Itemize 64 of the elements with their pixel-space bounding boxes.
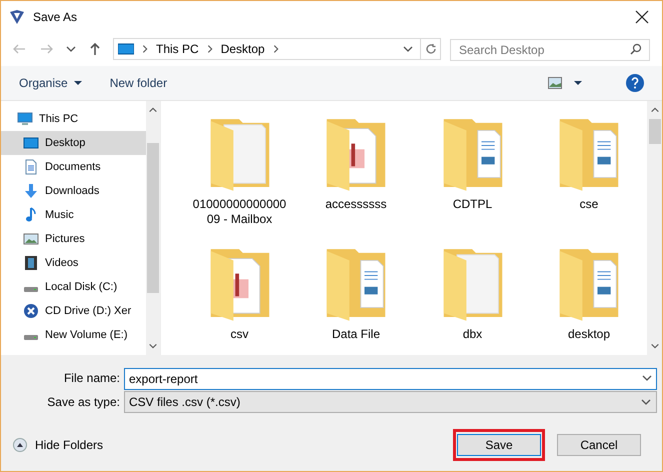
- app-logo-icon: [9, 8, 25, 24]
- arrow-left-icon: [12, 42, 26, 56]
- window-title: Save As: [33, 8, 78, 26]
- scrollbar-thumb[interactable]: [648, 119, 660, 144]
- scrollbar-thumb[interactable]: [147, 143, 159, 293]
- view-options-button[interactable]: [548, 77, 582, 89]
- folder-name[interactable]: Data File: [306, 326, 406, 342]
- sidebar-item[interactable]: This PC: [1, 107, 146, 131]
- folder-name[interactable]: desktop: [539, 326, 639, 342]
- x-circle-icon: [23, 303, 39, 319]
- sidebar-item[interactable]: Local Disk (C:): [1, 275, 146, 299]
- breadcrumb[interactable]: Desktop: [220, 40, 265, 58]
- file-type-dropdown[interactable]: CSV files .csv (*.csv): [124, 390, 657, 412]
- dialog-button[interactable]: Save: [457, 434, 541, 456]
- search-field[interactable]: Search Desktop: [450, 39, 650, 61]
- caret-icon: [74, 79, 82, 87]
- field-label: Save as type:: [46, 394, 120, 410]
- chevron-down-icon: [148, 341, 158, 351]
- chevron-up-icon: [148, 105, 158, 115]
- monitor-icon: [118, 41, 134, 57]
- document-icon: [23, 159, 39, 175]
- sidebar-item[interactable]: Pictures: [1, 227, 146, 251]
- close-icon: [635, 10, 649, 24]
- computer-icon: [17, 111, 33, 127]
- chevron-down-icon: [650, 341, 660, 351]
- film-icon: [23, 255, 39, 271]
- address-bar[interactable]: This PC Desktop: [113, 38, 441, 60]
- hide-folders-button[interactable]: Hide Folders: [13, 436, 104, 454]
- folder-name[interactable]: 0100000000000009 - Mailbox: [190, 197, 290, 227]
- field-label: File name:: [62, 370, 120, 386]
- chevron-right-icon: [140, 44, 150, 54]
- sidebar-item[interactable]: CD Drive (D:) Xer: [1, 299, 146, 323]
- caret-icon: [574, 79, 582, 87]
- sidebar-item[interactable]: Desktop: [1, 131, 146, 155]
- arrow-up-icon: [88, 42, 102, 56]
- refresh-icon: [424, 43, 436, 55]
- folder-name[interactable]: dbx: [422, 326, 522, 342]
- help-button[interactable]: [626, 74, 644, 92]
- sidebar-item[interactable]: Music: [1, 203, 146, 227]
- question-mark-icon: [631, 77, 639, 89]
- sidebar-item[interactable]: Documents: [1, 155, 146, 179]
- organise-menu-button[interactable]: Organise: [19, 74, 82, 92]
- sidebar-item[interactable]: Downloads: [1, 179, 146, 203]
- picture-icon: [548, 77, 562, 89]
- scrollbar[interactable]: [146, 101, 160, 355]
- search-icon: [630, 43, 642, 55]
- dialog-button[interactable]: Cancel: [557, 434, 641, 456]
- picture-icon: [23, 231, 39, 247]
- drive-icon: [23, 335, 39, 341]
- breadcrumb[interactable]: This PC: [156, 40, 199, 58]
- folder-name[interactable]: csv: [190, 326, 290, 342]
- folder-name[interactable]: cse: [539, 197, 639, 212]
- file-name-field[interactable]: export-report: [124, 368, 657, 390]
- chevron-up-icon: [650, 105, 660, 115]
- arrow-right-icon: [40, 42, 54, 56]
- folder-name[interactable]: accessssss: [306, 197, 406, 212]
- download-arrow-icon: [23, 183, 39, 199]
- drive-icon: [23, 287, 39, 293]
- folder-name[interactable]: CDTPL: [422, 197, 522, 212]
- new-folder-button[interactable]: New folder: [110, 74, 168, 92]
- sidebar-item[interactable]: New Volume (E:): [1, 323, 146, 347]
- monitor-icon: [23, 135, 39, 151]
- sidebar-item[interactable]: Videos: [1, 251, 146, 275]
- scrollbar[interactable]: [647, 101, 662, 355]
